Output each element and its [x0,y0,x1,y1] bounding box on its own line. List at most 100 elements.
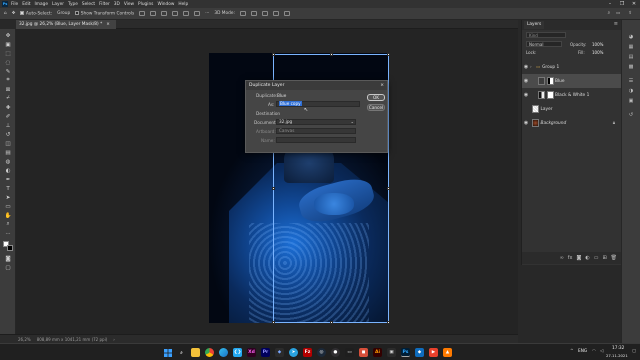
quick-select-tool-icon[interactable]: ✎ [4,68,12,75]
minimize-button[interactable]: – [604,0,616,8]
healing-tool-icon[interactable]: ✚ [4,104,12,111]
color-panel-icon[interactable]: ◕ [627,34,635,40]
move-tool-icon[interactable]: ✥ [12,11,16,16]
premiere-icon[interactable]: Pr [261,348,270,357]
auto-select-checkbox[interactable] [20,10,25,15]
visibility-eye-icon[interactable]: ◉ [522,92,530,98]
zoom-level[interactable]: 26,2% [18,337,31,342]
visibility-eye-icon[interactable]: ◉ [522,64,530,70]
background-color-swatch[interactable] [7,245,13,251]
gradient-tool-icon[interactable]: ▤ [4,149,12,156]
document-info[interactable]: 808,89 mm x 1041,21 mm (72 ppi) [37,337,108,342]
fill-value[interactable]: 100% [592,50,603,55]
app-dark-icon[interactable]: ▣ [387,348,396,357]
menu-edit[interactable]: Edit [22,2,30,7]
type-tool-icon[interactable]: T [4,185,12,192]
align-right-icon[interactable] [161,11,168,16]
file-explorer-icon[interactable] [191,348,200,357]
workspace-icon[interactable]: ▭ [616,11,620,16]
brush-tool-icon[interactable]: ✐ [4,113,12,120]
windows-start-icon[interactable] [163,348,172,357]
opacity-value[interactable]: 100% [592,42,603,47]
path-select-tool-icon[interactable]: ➤ [4,194,12,201]
adjustment-icon[interactable]: ◐ [585,255,589,261]
close-tab-icon[interactable]: × [106,22,110,27]
chrome-icon[interactable] [205,348,214,357]
artboard-tool-icon[interactable]: ▣ [4,41,12,48]
history-brush-tool-icon[interactable]: ↺ [4,131,12,138]
document-tab[interactable]: 32.jpg @ 26,2% (Blue, Layer Mask/8) * × [16,20,116,29]
dialog-titlebar[interactable]: Duplicate Layer × [246,81,387,90]
zoom-tool-icon[interactable]: ⌕ [4,221,12,228]
menu-plugins[interactable]: Plugins [138,2,153,7]
filezilla-icon[interactable]: Fz [303,348,312,357]
tab-layers[interactable]: Layers [524,21,545,29]
folder-icon[interactable]: ▭ [594,255,599,261]
clock-time[interactable]: 17:32 [612,346,624,351]
layer-mask-thumbnail[interactable] [546,77,554,85]
language-indicator[interactable]: ENG [578,349,587,354]
crop-tool-icon[interactable]: ⌗ [4,77,12,84]
adobe-xd-icon[interactable]: Xd [247,348,256,357]
telegram-icon[interactable]: ➤ [289,348,298,357]
align-left-icon[interactable] [139,11,146,16]
transform-handle-ml[interactable] [272,187,275,190]
chevron-right-icon[interactable]: › [113,337,115,342]
history-panel-icon[interactable]: ↺ [627,112,635,118]
dodge-tool-icon[interactable]: ◐ [4,167,12,174]
layer-row-layer[interactable]: ◉ Layer [522,102,621,116]
link-icon[interactable]: ∞ [560,255,564,261]
ok-button[interactable]: OK [367,94,385,101]
more-options-icon[interactable]: ··· [205,11,209,16]
tray-chevron-icon[interactable]: ^ [570,349,574,354]
menu-type[interactable]: Type [68,2,78,7]
move-tool-icon[interactable]: ✥ [4,32,12,39]
transform-handle-br[interactable] [387,321,390,324]
panel-menu-icon[interactable]: ≡ [614,21,618,27]
align-center-icon[interactable] [150,11,157,16]
as-name-input[interactable]: Blue copy [276,101,360,107]
more-tools-icon[interactable]: ··· [4,230,12,237]
trash-icon[interactable]: 🗑︎ [611,255,617,261]
gradients-panel-icon[interactable]: ▤ [627,54,635,60]
patterns-panel-icon[interactable]: ▩ [627,64,635,70]
adjustments-panel-icon[interactable]: ◑ [627,88,635,94]
maximize-button[interactable]: ❐ [616,0,628,8]
media-player-icon[interactable]: ▶ [429,348,438,357]
orbit-3d-icon[interactable] [239,11,246,16]
menu-help[interactable]: Help [178,2,188,7]
menu-layer[interactable]: Layer [52,2,64,7]
auto-select-target-dropdown[interactable]: Group [57,11,70,16]
layer-mask-thumbnail[interactable] [546,91,554,99]
slide-3d-icon[interactable] [272,11,279,16]
transform-handle-tl[interactable] [272,53,275,56]
new-layer-icon[interactable]: ⊞ [602,255,606,261]
align-middle-icon[interactable] [183,11,190,16]
visibility-eye-icon[interactable]: ◉ [522,120,530,126]
menu-file[interactable]: File [11,2,18,7]
pan-3d-icon[interactable] [261,11,268,16]
photoshop-taskbar-icon[interactable]: Ps [401,348,410,357]
visibility-eye-icon[interactable]: ◉ [522,106,530,112]
shape-tool-icon[interactable]: ▭ [4,203,12,210]
libraries-panel-icon[interactable]: ▣ [627,98,635,104]
clock-date[interactable]: 27.11.2021 [606,353,628,358]
align-top-icon[interactable] [172,11,179,16]
app-blue-icon[interactable]: ◆ [415,348,424,357]
layer-row-black-white-1[interactable]: ◉ Black & White 1 [522,88,621,102]
hand-tool-icon[interactable]: ✋ [4,212,12,219]
steam-icon[interactable]: ◎ [317,348,326,357]
transform-handle-bl[interactable] [272,321,275,324]
scale-3d-icon[interactable] [283,11,290,16]
blur-tool-icon[interactable]: ◍ [4,158,12,165]
eraser-tool-icon[interactable]: ◫ [4,140,12,147]
folder-app-icon[interactable]: ▭ [345,348,354,357]
menu-image[interactable]: Image [35,2,48,7]
cancel-button[interactable]: Cancel [367,104,385,111]
app-orange-icon[interactable]: ◼ [359,348,368,357]
menu-window[interactable]: Window [157,2,174,7]
blend-mode-select[interactable]: Normal [526,41,562,47]
menu-select[interactable]: Select [82,2,95,7]
close-window-button[interactable]: ✕ [628,0,640,8]
search-icon[interactable]: ⌕ [177,348,186,357]
